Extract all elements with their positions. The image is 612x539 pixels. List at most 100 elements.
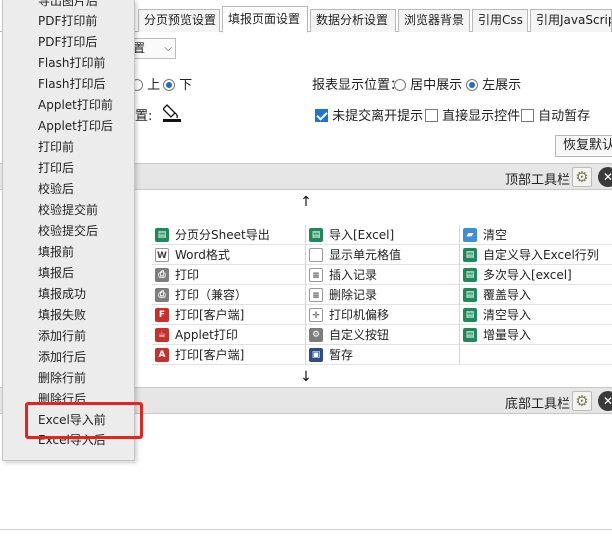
list-item[interactable]: Applet打印后 [38, 117, 113, 134]
selection-highlight-box [25, 402, 143, 439]
radio-down-option[interactable]: 下 [163, 74, 192, 93]
grid-cell-label: 打印[客户端] [175, 348, 245, 362]
gear-icon[interactable]: ⚙ [572, 167, 592, 187]
grid-cell-print[interactable]: ⎙ 打印 [152, 265, 306, 285]
grid-cell-label: 自定义导入Excel行列 [483, 248, 599, 262]
list-item[interactable]: 打印后 [38, 159, 74, 176]
list-item[interactable]: 校验提交前 [38, 201, 98, 218]
grid-cell-label: 删除记录 [329, 288, 378, 302]
grid-cell-empty [460, 345, 612, 365]
list-item[interactable]: Applet打印前 [38, 96, 113, 113]
tab-page-preview-settings[interactable]: 分页预览设置 [138, 9, 220, 32]
position-center-option[interactable]: 居中展示 [394, 74, 462, 93]
tab-browser-background[interactable]: 浏览器背景 [398, 9, 470, 32]
tab-reference-javascript[interactable]: 引用JavaScript [530, 9, 612, 32]
position-center-label: 居中展示 [410, 78, 463, 93]
grid-cell-label: Applet打印 [175, 328, 238, 342]
radio-up-option[interactable]: 上 [131, 74, 160, 93]
grid-cell-label: 打印 [175, 268, 200, 282]
chevron-down-icon: ⌵ [164, 43, 172, 54]
printer-icon: ⎙ [155, 268, 169, 282]
grid-cell-label: 清空导入 [483, 308, 532, 322]
autosave-checkbox[interactable] [521, 109, 534, 122]
position-left-option[interactable]: 左展示 [466, 74, 521, 93]
list-item[interactable]: 校验后 [38, 180, 74, 197]
grid-cell-overwrite-import[interactable]: ▤ 覆盖导入 [460, 285, 612, 305]
grid-cell-show-cell-value[interactable]: 显示单元格值 [306, 245, 460, 265]
grid-cell-word-format[interactable]: W Word格式 [152, 245, 306, 265]
grid-cell-insert-record[interactable]: ≡ 插入记录 [306, 265, 460, 285]
grid-cell-applet-print[interactable]: ☕ Applet打印 [152, 325, 306, 345]
incremental-import-icon: ▤ [463, 328, 477, 342]
multi-import-icon: ▤ [463, 268, 477, 282]
paint-bucket-icon[interactable] [162, 102, 181, 122]
grid-cell-pdf-client-print[interactable]: A 打印[客户端] [152, 345, 306, 365]
close-icon[interactable]: ✕ [598, 167, 612, 187]
list-item[interactable]: Flash打印后 [38, 75, 105, 92]
list-item[interactable]: 填报成功 [38, 285, 86, 302]
gear-icon[interactable]: ⚙ [572, 391, 592, 411]
clear-import-icon: ▤ [463, 308, 477, 322]
autosave-option[interactable]: 自动暂存 [521, 105, 590, 124]
overwrite-import-icon: ▤ [463, 288, 477, 302]
list-item[interactable]: 添加行后 [38, 348, 86, 365]
grid-cell-sheet-export[interactable]: ▤ 分页分Sheet导出 [152, 225, 306, 245]
grid-cell-clear-import[interactable]: ▤ 清空导入 [460, 305, 612, 325]
list-item[interactable]: PDF打印前 [38, 12, 97, 29]
tab-fill-page-settings[interactable]: 填报页面设置 [222, 6, 308, 33]
grid-cell-label: 分页分Sheet导出 [175, 228, 270, 242]
list-item[interactable]: 导出图片后 [38, 0, 98, 9]
grid-cell-multi-import[interactable]: ▤ 多次导入[excel] [460, 265, 612, 285]
position-combo[interactable]: 置 ⌵ [128, 38, 176, 59]
close-icon[interactable]: ✕ [598, 391, 612, 411]
list-item[interactable]: 添加行前 [38, 327, 86, 344]
grid-cell-label: 自定义按钮 [329, 328, 390, 342]
grid-cell-printer-offset[interactable]: ✛ 打印机偏移 [306, 305, 460, 325]
bottom-toolbar-label: 底部工具栏 [505, 397, 571, 412]
report-position-label: 报表显示位置： [312, 78, 404, 93]
grid-cell-custom-import-excel[interactable]: ▤ 自定义导入Excel行列 [460, 245, 612, 265]
grid-cell-temp-save[interactable]: ▣ 暂存 [306, 345, 460, 365]
grid-cell-label: 暂存 [329, 348, 354, 362]
grid-cell-custom-button[interactable]: ⚙ 自定义按钮 [306, 325, 460, 345]
restore-default-button[interactable]: 恢复默认 [555, 135, 612, 157]
grid-cell-label: Word格式 [175, 248, 230, 262]
show-controls-label: 直接显示控件 [442, 109, 521, 124]
tab-data-analysis-settings[interactable]: 数据分析设置 [310, 9, 396, 32]
position-center-radio[interactable] [394, 79, 406, 91]
grid-cell-import-excel[interactable]: ▤ 导入[Excel] [306, 225, 460, 245]
unsubmitted-prompt-checkbox[interactable] [315, 109, 328, 122]
radio-down-button[interactable] [163, 79, 175, 91]
list-item[interactable]: 填报失败 [38, 306, 86, 323]
radio-down-label: 下 [179, 78, 193, 93]
excel-import-icon: ▤ [309, 228, 323, 242]
grid-cell-label: 多次导入[excel] [483, 268, 572, 282]
list-item[interactable]: 填报后 [38, 264, 74, 281]
grid-cell-delete-record[interactable]: ≡ 删除记录 [306, 285, 460, 305]
tab-reference-css[interactable]: 引用Css [472, 9, 528, 32]
cell-value-icon [309, 248, 323, 262]
show-controls-checkbox[interactable] [425, 109, 438, 122]
list-item[interactable]: 校验提交后 [38, 222, 98, 239]
applet-print-icon: ☕ [155, 328, 169, 342]
grid-cell-print-compatible[interactable]: ⎙ 打印（兼容） [152, 285, 306, 305]
grid-cell-label: 打印（兼容） [175, 288, 248, 302]
grid-cell-label: 增量导入 [483, 328, 532, 342]
list-item[interactable]: Flash打印前 [38, 54, 105, 71]
divider [0, 529, 612, 530]
show-controls-option[interactable]: 直接显示控件 [425, 105, 520, 124]
list-item[interactable]: 删除行前 [38, 369, 86, 386]
list-item[interactable]: PDF打印后 [38, 33, 97, 50]
autosave-label: 自动暂存 [538, 109, 591, 124]
grid-cell-incremental-import[interactable]: ▤ 增量导入 [460, 325, 612, 345]
grid-cell-client-print[interactable]: F 打印[客户端] [152, 305, 306, 325]
list-item[interactable]: 填报前 [38, 243, 74, 260]
event-dropdown-list[interactable]: 导出图片后 PDF打印前 PDF打印后 Flash打印前 Flash打印后 Ap… [2, 0, 135, 461]
unsubmitted-prompt-option[interactable]: 未提交离开提示 [315, 105, 423, 124]
list-item[interactable]: 打印前 [38, 138, 74, 155]
grid-cell-clear[interactable]: ▰ 清空 [460, 225, 612, 245]
pdf-print-icon: A [155, 348, 169, 362]
grid-cell-label: 打印[客户端] [175, 308, 245, 322]
position-left-radio[interactable] [466, 79, 478, 91]
word-icon: W [155, 248, 169, 262]
